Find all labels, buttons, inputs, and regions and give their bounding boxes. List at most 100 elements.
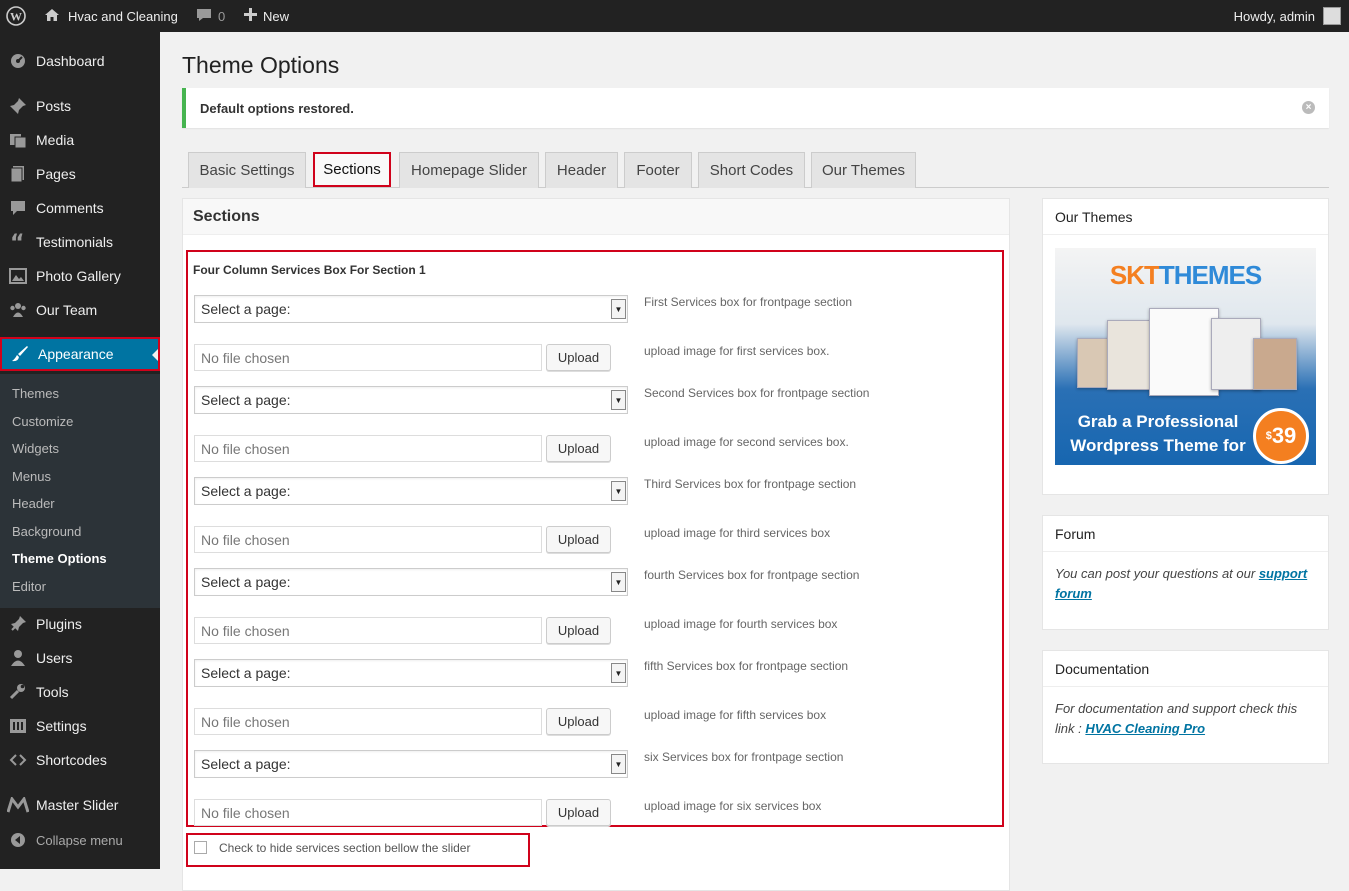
admin-sidebar: Dashboard Posts Media Pages Comments “ T… bbox=[0, 32, 160, 869]
page-title: Theme Options bbox=[182, 52, 340, 78]
upload-button-5[interactable]: Upload bbox=[546, 708, 611, 735]
menu-tools[interactable]: Tools bbox=[0, 675, 160, 709]
menu-label: Dashboard bbox=[36, 53, 105, 69]
svg-text:“: “ bbox=[10, 233, 24, 251]
tab-header[interactable]: Header bbox=[545, 152, 618, 188]
tab-sections[interactable]: Sections bbox=[313, 152, 391, 187]
hide-services-checkbox[interactable] bbox=[194, 841, 207, 854]
avatar bbox=[1323, 7, 1341, 25]
user-account-menu[interactable]: Howdy, admin bbox=[1234, 0, 1341, 32]
submenu-customize[interactable]: Customize bbox=[12, 414, 73, 429]
submenu-menus[interactable]: Menus bbox=[12, 469, 51, 484]
menu-posts[interactable]: Posts bbox=[0, 89, 160, 123]
comment-icon bbox=[0, 199, 36, 217]
appearance-submenu: Themes Customize Widgets Menus Header Ba… bbox=[0, 374, 160, 608]
page-select-2[interactable]: Select a page: ▼ bbox=[194, 386, 628, 414]
menu-testimonials[interactable]: “ Testimonials bbox=[0, 225, 160, 259]
file-input-2[interactable]: No file chosen bbox=[194, 435, 542, 462]
upload-button-2[interactable]: Upload bbox=[546, 435, 611, 462]
quote-icon: “ bbox=[0, 233, 36, 251]
hide-services-label[interactable]: Check to hide services section bellow th… bbox=[219, 841, 470, 855]
current-menu-arrow bbox=[152, 349, 158, 361]
image-icon bbox=[0, 267, 36, 285]
menu-our-team[interactable]: Our Team bbox=[0, 293, 160, 327]
submenu-widgets[interactable]: Widgets bbox=[12, 441, 59, 456]
select-value: Select a page: bbox=[201, 756, 291, 772]
submenu-header[interactable]: Header bbox=[12, 496, 55, 511]
collapse-menu-button[interactable]: Collapse menu bbox=[0, 823, 160, 857]
new-content-link[interactable]: New bbox=[244, 0, 289, 32]
tab-short-codes[interactable]: Short Codes bbox=[698, 152, 805, 188]
menu-settings[interactable]: Settings bbox=[0, 709, 160, 743]
site-name-link[interactable]: Hvac and Cleaning bbox=[44, 0, 178, 32]
svg-text:W: W bbox=[10, 10, 22, 24]
widget-title: Documentation bbox=[1043, 651, 1328, 687]
select-description: fifth Services box for frontpage section bbox=[644, 659, 849, 673]
menu-label: Users bbox=[36, 650, 73, 666]
menu-label: Master Slider bbox=[36, 797, 119, 813]
submenu-theme-options[interactable]: Theme Options bbox=[12, 551, 107, 566]
dismiss-notice-icon[interactable]: × bbox=[1302, 101, 1315, 114]
tab-footer[interactable]: Footer bbox=[624, 152, 692, 188]
page-select-5[interactable]: Select a page: ▼ bbox=[194, 659, 628, 687]
wordpress-logo-icon[interactable]: W bbox=[6, 0, 30, 32]
submenu-editor[interactable]: Editor bbox=[12, 579, 46, 594]
select-value: Select a page: bbox=[201, 392, 291, 408]
submenu-background[interactable]: Background bbox=[12, 524, 81, 539]
page-select-3[interactable]: Select a page: ▼ bbox=[194, 477, 628, 505]
menu-users[interactable]: Users bbox=[0, 641, 160, 675]
howdy-text: Howdy, admin bbox=[1233, 8, 1315, 24]
file-input-6[interactable]: No file chosen bbox=[194, 799, 542, 826]
pin-icon bbox=[0, 97, 36, 115]
menu-dashboard[interactable]: Dashboard bbox=[0, 44, 160, 78]
menu-shortcodes[interactable]: Shortcodes bbox=[0, 743, 160, 777]
menu-master-slider[interactable]: Master Slider bbox=[0, 788, 160, 822]
pages-icon bbox=[0, 165, 36, 183]
documentation-link[interactable]: HVAC Cleaning Pro bbox=[1085, 721, 1205, 736]
comment-bubble-icon bbox=[196, 8, 212, 25]
team-icon bbox=[0, 301, 36, 319]
menu-label: Tools bbox=[36, 684, 69, 700]
page-select-4[interactable]: Select a page: ▼ bbox=[194, 568, 628, 596]
collapse-arrow-icon bbox=[0, 832, 36, 848]
page-select-6[interactable]: Select a page: ▼ bbox=[194, 750, 628, 778]
forum-body-text: You can post your questions at our bbox=[1055, 566, 1256, 581]
plus-icon bbox=[244, 8, 257, 24]
menu-comments[interactable]: Comments bbox=[0, 191, 160, 225]
slider-icon bbox=[0, 797, 36, 813]
upload-description: upload image for third services box bbox=[644, 526, 831, 540]
upload-button-1[interactable]: Upload bbox=[546, 344, 611, 371]
documentation-widget: Documentation For documentation and supp… bbox=[1042, 650, 1329, 764]
file-input-5[interactable]: No file chosen bbox=[194, 708, 542, 735]
brand-part-a: SKT bbox=[1109, 260, 1160, 290]
tab-basic-settings[interactable]: Basic Settings bbox=[188, 152, 306, 188]
theme-screenshots-image bbox=[1077, 308, 1297, 396]
wrench-icon bbox=[0, 683, 36, 701]
upload-description: upload image for six services box bbox=[644, 799, 822, 813]
comments-link[interactable]: 0 bbox=[196, 0, 225, 32]
banner-cta: Grab a Professional Wordpress Theme for bbox=[1070, 412, 1246, 455]
upload-button-3[interactable]: Upload bbox=[546, 526, 611, 553]
select-description: fourth Services box for frontpage sectio… bbox=[644, 568, 860, 582]
upload-button-6[interactable]: Upload bbox=[546, 799, 611, 826]
file-input-1[interactable]: No file chosen bbox=[194, 344, 542, 371]
upload-button-4[interactable]: Upload bbox=[546, 617, 611, 644]
tab-homepage-slider[interactable]: Homepage Slider bbox=[399, 152, 539, 188]
code-icon bbox=[0, 751, 36, 769]
file-input-3[interactable]: No file chosen bbox=[194, 526, 542, 553]
menu-label: Our Team bbox=[36, 302, 98, 318]
menu-photo-gallery[interactable]: Photo Gallery bbox=[0, 259, 160, 293]
page-select-1[interactable]: Select a page: ▼ bbox=[194, 295, 628, 323]
success-notice: Default options restored. × bbox=[182, 88, 1329, 128]
skt-themes-banner[interactable]: SKTTHEMES Grab a Professional Wordpress … bbox=[1055, 248, 1316, 465]
menu-pages[interactable]: Pages bbox=[0, 157, 160, 191]
menu-appearance[interactable]: Appearance bbox=[0, 337, 160, 371]
dropdown-arrow-icon: ▼ bbox=[611, 663, 626, 683]
tab-our-themes[interactable]: Our Themes bbox=[811, 152, 916, 188]
menu-label: Photo Gallery bbox=[36, 268, 121, 284]
submenu-themes[interactable]: Themes bbox=[12, 386, 59, 401]
comment-count: 0 bbox=[218, 8, 226, 24]
menu-plugins[interactable]: Plugins bbox=[0, 607, 160, 641]
file-input-4[interactable]: No file chosen bbox=[194, 617, 542, 644]
menu-media[interactable]: Media bbox=[0, 123, 160, 157]
